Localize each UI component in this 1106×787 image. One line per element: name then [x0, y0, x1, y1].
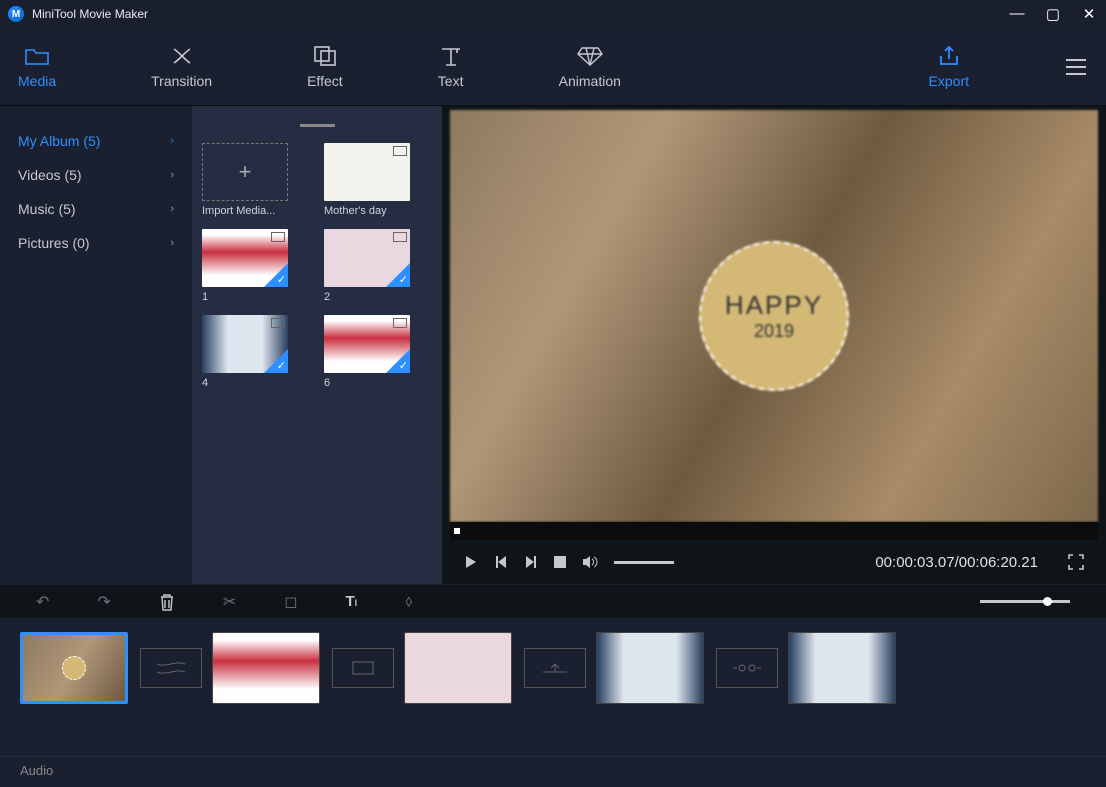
check-icon — [264, 263, 288, 287]
export-button[interactable]: Export — [929, 45, 969, 89]
chevron-right-icon: › — [170, 237, 174, 249]
timeline-clip[interactable] — [596, 632, 704, 704]
timeline-clip[interactable] — [212, 632, 320, 704]
text-tab[interactable]: Text — [438, 45, 464, 89]
preview-panel: HAPPY 2019 00:00:03.07/00:06:20.21 — [442, 106, 1106, 584]
media-item[interactable]: 1 — [202, 229, 310, 303]
scroll-indicator[interactable] — [300, 124, 335, 127]
transition-icon — [169, 45, 195, 67]
filmstrip-icon — [271, 232, 285, 242]
next-frame-button[interactable] — [524, 555, 538, 569]
text-edit-button[interactable]: TI — [346, 593, 358, 610]
volume-button[interactable] — [582, 555, 598, 569]
progress-bar[interactable] — [450, 522, 1098, 540]
sidebar: My Album (5)› Videos (5)› Music (5)› Pic… — [0, 106, 192, 584]
sidebar-item-my-album[interactable]: My Album (5)› — [0, 124, 192, 158]
playback-controls: 00:00:03.07/00:06:20.21 — [450, 540, 1098, 584]
maximize-button[interactable]: ▢ — [1044, 5, 1062, 23]
main-toolbar: Media Transition Effect Text Animation E… — [0, 28, 1106, 106]
diamond-icon — [577, 45, 603, 67]
filmstrip-icon — [393, 232, 407, 242]
split-button[interactable]: ✂ — [223, 592, 236, 612]
delete-button[interactable] — [159, 593, 175, 611]
transition-tab[interactable]: Transition — [151, 45, 212, 89]
filmstrip-icon — [393, 146, 407, 156]
app-title: MiniTool Movie Maker — [32, 7, 1008, 21]
text-overlay-circle[interactable]: HAPPY 2019 — [699, 241, 849, 391]
titlebar: M MiniTool Movie Maker — ▢ ✕ — [0, 0, 1106, 28]
zoom-slider[interactable] — [980, 600, 1070, 603]
timeline-clip[interactable] — [404, 632, 512, 704]
fullscreen-button[interactable] — [1068, 554, 1084, 570]
crop-button[interactable]: ◻ — [284, 592, 297, 612]
undo-button[interactable]: ↶ — [36, 592, 49, 612]
check-icon — [264, 349, 288, 373]
check-icon — [386, 263, 410, 287]
effect-tab[interactable]: Effect — [307, 45, 343, 89]
sidebar-item-videos[interactable]: Videos (5)› — [0, 158, 192, 192]
close-button[interactable]: ✕ — [1080, 5, 1098, 23]
export-icon — [936, 45, 962, 67]
plus-icon: + — [202, 143, 288, 201]
timeline[interactable] — [0, 618, 1106, 756]
media-item[interactable]: 6 — [324, 315, 432, 389]
chevron-right-icon: › — [170, 135, 174, 147]
folder-icon — [24, 45, 50, 67]
stop-button[interactable] — [554, 556, 566, 568]
animation-tab[interactable]: Animation — [559, 45, 621, 89]
text-icon — [438, 45, 464, 67]
check-icon — [386, 349, 410, 373]
animation-edit-button[interactable]: ⬨ — [405, 593, 412, 611]
edit-toolbar: ↶ ↷ ✂ ◻ TI ⬨ — [0, 584, 1106, 618]
audio-track[interactable]: Audio — [0, 756, 1106, 787]
media-item[interactable]: Mother's day — [324, 143, 432, 217]
sidebar-item-pictures[interactable]: Pictures (0)› — [0, 226, 192, 260]
prev-frame-button[interactable] — [494, 555, 508, 569]
transition-slot[interactable] — [716, 648, 778, 688]
video-preview[interactable]: HAPPY 2019 — [450, 110, 1098, 522]
media-item[interactable]: 4 — [202, 315, 310, 389]
transition-slot[interactable] — [524, 648, 586, 688]
sidebar-item-music[interactable]: Music (5)› — [0, 192, 192, 226]
app-logo: M — [8, 6, 24, 22]
effect-icon — [312, 45, 338, 67]
filmstrip-icon — [393, 318, 407, 328]
timeline-clip[interactable] — [20, 632, 128, 704]
timeline-clip[interactable] — [788, 632, 896, 704]
redo-button[interactable]: ↷ — [97, 592, 110, 612]
import-media-button[interactable]: + Import Media... — [202, 143, 310, 217]
hamburger-menu[interactable] — [1064, 58, 1088, 76]
volume-slider[interactable] — [614, 561, 674, 564]
transition-slot[interactable] — [140, 648, 202, 688]
play-button[interactable] — [464, 555, 478, 569]
transition-slot[interactable] — [332, 648, 394, 688]
chevron-right-icon: › — [170, 203, 174, 215]
media-panel: + Import Media... Mother's day 1 2 4 — [192, 106, 442, 584]
chevron-right-icon: › — [170, 169, 174, 181]
filmstrip-icon — [271, 318, 285, 328]
playhead[interactable] — [454, 528, 460, 534]
media-tab[interactable]: Media — [18, 45, 56, 89]
media-item[interactable]: 2 — [324, 229, 432, 303]
timecode: 00:00:03.07/00:06:20.21 — [875, 554, 1038, 571]
minimize-button[interactable]: — — [1008, 5, 1026, 23]
